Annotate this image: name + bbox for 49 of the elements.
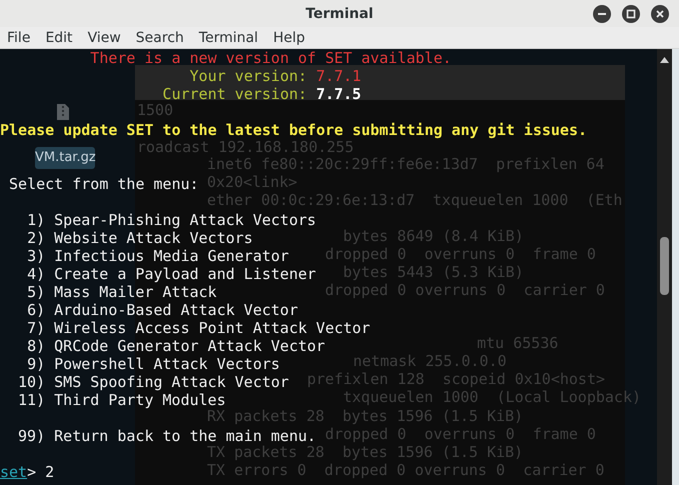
option-number: 6) bbox=[26, 301, 46, 319]
option-label: Spear-Phishing Attack Vectors bbox=[54, 211, 316, 229]
prompt-symbol: > bbox=[27, 463, 36, 481]
option-number: 7) bbox=[26, 319, 46, 337]
scrollbar-thumb[interactable] bbox=[660, 237, 669, 295]
option-number: 9) bbox=[26, 355, 46, 373]
option-number: 3) bbox=[26, 247, 46, 265]
menu-item[interactable]: File bbox=[7, 30, 30, 46]
menu-item[interactable]: Help bbox=[273, 30, 305, 46]
option-label: Mass Mailer Attack bbox=[54, 283, 217, 301]
option-label: SMS Spoofing Attack Vector bbox=[54, 373, 289, 391]
version-number: 7.7.5 bbox=[316, 85, 362, 103]
option-label: Website Attack Vectors bbox=[54, 229, 253, 247]
option-number: 4) bbox=[26, 265, 46, 283]
maximize-button[interactable] bbox=[622, 5, 640, 23]
prompt-name: set bbox=[0, 463, 28, 481]
option-number: 1) bbox=[26, 211, 46, 229]
option-label: Third Party Modules bbox=[54, 391, 226, 409]
file-icon bbox=[56, 104, 70, 120]
update-notice: Please update SET to the latest before submitting any git issues. bbox=[0, 121, 587, 139]
menu-item[interactable]: Edit bbox=[45, 30, 73, 46]
option-label: Create a Payload and Listener bbox=[54, 265, 316, 283]
option-number: 8) bbox=[26, 337, 46, 355]
menu-heading: Select from the menu: bbox=[9, 175, 199, 193]
option-label: Wireless Access Point Attack Vector bbox=[54, 319, 370, 337]
menu-item[interactable]: View bbox=[88, 30, 121, 46]
scroll-up-icon[interactable] bbox=[660, 57, 669, 63]
file-label[interactable]: VM.tar.gz bbox=[35, 147, 95, 169]
version-number: 7.7.1 bbox=[316, 67, 362, 85]
scrollbar[interactable] bbox=[657, 49, 672, 485]
option-number: 11) bbox=[17, 391, 46, 409]
option-label: Arduino-Based Attack Vector bbox=[54, 301, 298, 319]
menu-item[interactable]: Terminal bbox=[198, 30, 258, 46]
menu-item[interactable]: Search bbox=[136, 30, 184, 46]
option-number: 10) bbox=[17, 373, 46, 391]
option-label: QRCode Generator Attack Vector bbox=[54, 337, 326, 355]
option-label: Return back to the main menu. bbox=[54, 427, 316, 445]
warning-text: There is a new version of SET available. bbox=[90, 49, 452, 67]
window-title: Terminal bbox=[306, 6, 374, 22]
option-label: Powershell Attack Vectors bbox=[54, 355, 280, 373]
version-label: Current version: bbox=[162, 85, 308, 103]
version-label: Your version: bbox=[190, 67, 308, 85]
command-input[interactable]: 2 bbox=[45, 463, 54, 481]
option-number: 2) bbox=[26, 229, 46, 247]
close-button[interactable] bbox=[651, 5, 669, 23]
option-number: 99) bbox=[17, 427, 46, 445]
minimize-button[interactable] bbox=[593, 5, 611, 23]
option-label: Infectious Media Generator bbox=[54, 247, 289, 265]
option-number: 5) bbox=[26, 283, 46, 301]
